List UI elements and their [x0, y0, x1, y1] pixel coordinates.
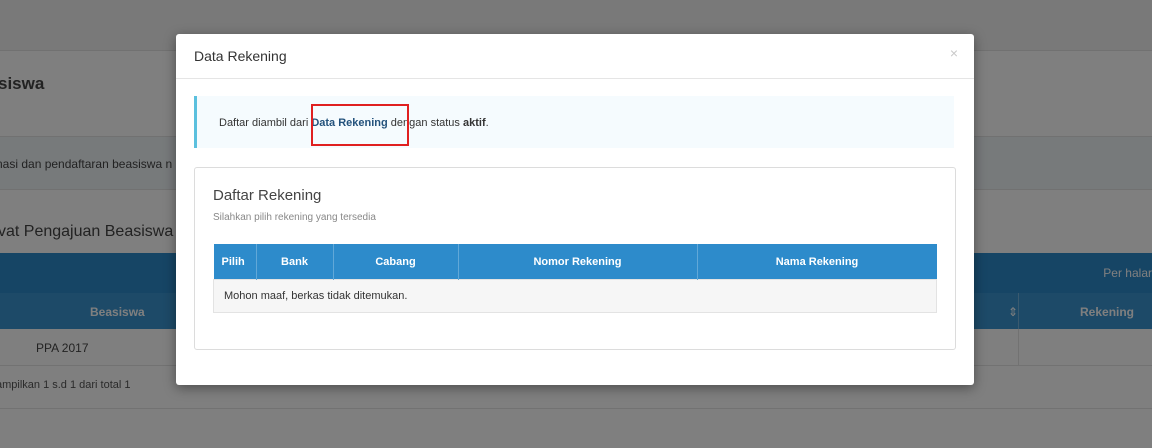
close-icon[interactable]: × [950, 46, 958, 60]
highlight-box [311, 104, 409, 146]
table-header-row: Pilih Bank Cabang Nomor Rekening Nama Re… [213, 244, 937, 280]
modal-title: Data Rekening [194, 48, 287, 64]
panel-subtitle: Silahkan pilih rekening yang tersedia [213, 212, 376, 223]
data-rekening-modal: Data Rekening × Daftar diambil dari Data… [176, 34, 974, 385]
column-header-nama-rekening[interactable]: Nama Rekening [697, 244, 937, 280]
panel-title: Daftar Rekening [213, 187, 322, 204]
modal-header: Data Rekening × [176, 34, 974, 79]
table-row: Mohon maaf, berkas tidak ditemukan. [213, 279, 937, 313]
daftar-rekening-panel: Daftar Rekening Silahkan pilih rekening … [194, 167, 956, 350]
column-header-nomor-rekening[interactable]: Nomor Rekening [458, 244, 698, 280]
empty-message: Mohon maaf, berkas tidak ditemukan. [213, 279, 937, 313]
column-header-pilih[interactable]: Pilih [213, 244, 257, 280]
status-value: aktif [462, 117, 486, 129]
column-header-cabang[interactable]: Cabang [333, 244, 459, 280]
rekening-table: Pilih Bank Cabang Nomor Rekening Nama Re… [213, 244, 937, 313]
column-header-bank[interactable]: Bank [256, 244, 334, 280]
info-callout: Daftar diambil dari Data Rekening dengan… [194, 96, 954, 148]
